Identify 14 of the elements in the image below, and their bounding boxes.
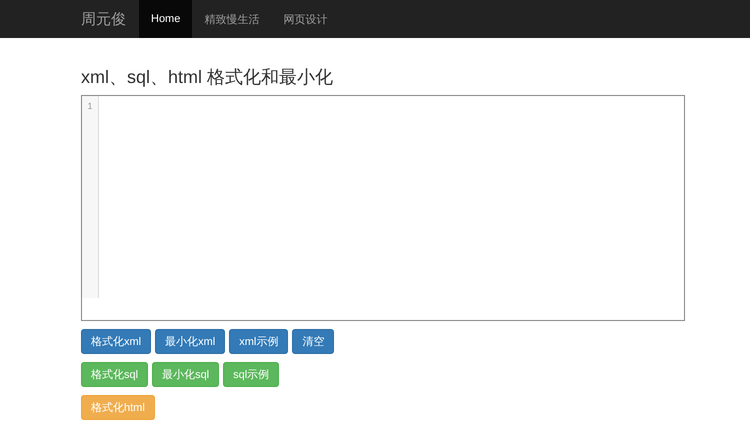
action-button[interactable]: sql示例 (223, 362, 280, 387)
code-editor[interactable]: 1 (81, 95, 685, 321)
brand-name[interactable]: 周元俊 (81, 0, 126, 38)
line-number: 1 (87, 101, 92, 111)
action-button[interactable]: 最小化sql (152, 362, 220, 387)
nav-link[interactable]: 网页设计 (271, 0, 340, 38)
nav-link[interactable]: Home (139, 0, 192, 38)
action-button[interactable]: xml示例 (229, 329, 288, 354)
action-button[interactable]: 格式化sql (81, 362, 148, 387)
nav-link[interactable]: 精致慢生活 (192, 0, 272, 38)
action-button[interactable]: 最小化xml (155, 329, 226, 354)
page-title: xml、sql、html 格式化和最小化 (81, 66, 334, 88)
action-button[interactable]: 清空 (292, 329, 334, 354)
action-button[interactable]: 格式化xml (81, 329, 152, 354)
